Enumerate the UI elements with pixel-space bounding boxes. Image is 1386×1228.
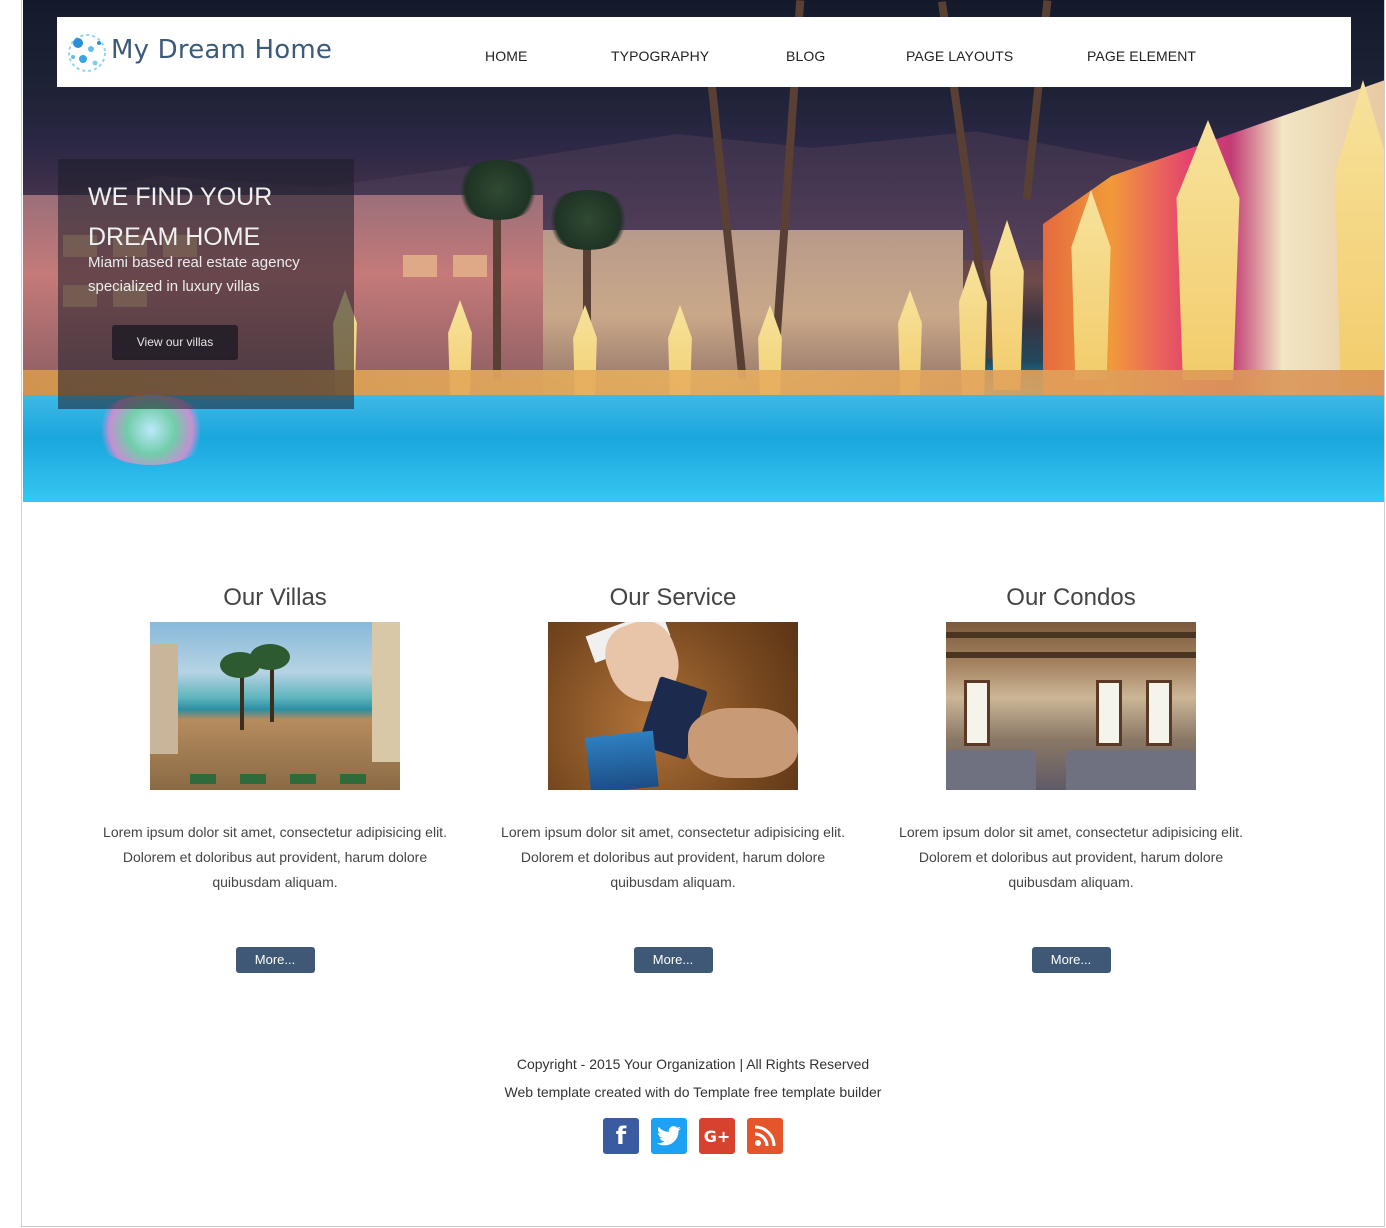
facebook-icon[interactable]: f bbox=[603, 1118, 639, 1154]
villas-more-button[interactable]: More... bbox=[235, 947, 315, 973]
hero-subtitle: Miami based real estate agency specializ… bbox=[88, 254, 300, 295]
nav-page-element[interactable]: PAGE ELEMENT bbox=[1087, 48, 1196, 64]
nav-blog[interactable]: BLOG bbox=[786, 48, 825, 64]
service-image[interactable] bbox=[548, 622, 798, 790]
hero-caption: WE FIND YOUR DREAM HOME Miami based real… bbox=[58, 159, 354, 409]
column-villas: Our Villas Lorem ipsum dolor sit amet, c… bbox=[95, 580, 455, 973]
column-condos: Our Condos Lorem ipsum dolor sit amet, c… bbox=[891, 580, 1251, 973]
nav-page-layouts[interactable]: PAGE LAYOUTS bbox=[906, 48, 1013, 64]
site-header: My Dream Home HOME TYPOGRAPHY BLOG PAGE … bbox=[57, 17, 1351, 87]
rss-icon[interactable] bbox=[747, 1118, 783, 1154]
view-villas-button[interactable]: View our villas bbox=[112, 325, 238, 360]
bubbles-logo-icon[interactable] bbox=[65, 31, 109, 75]
social-links: f G+ bbox=[22, 1118, 1374, 1154]
hero-pool bbox=[23, 395, 1384, 502]
condo-image[interactable] bbox=[946, 622, 1196, 790]
google-plus-icon[interactable]: G+ bbox=[699, 1118, 735, 1154]
hero-title: WE FIND YOUR DREAM HOME bbox=[88, 183, 273, 251]
nav-home[interactable]: HOME bbox=[485, 48, 527, 64]
page-frame: My Dream Home HOME TYPOGRAPHY BLOG PAGE … bbox=[21, 0, 1385, 1227]
site-footer: Copyright - 2015 Your Organization | All… bbox=[22, 1052, 1374, 1154]
villa-image[interactable] bbox=[150, 622, 400, 790]
service-more-button[interactable]: More... bbox=[633, 947, 713, 973]
column-title: Our Villas bbox=[223, 584, 327, 611]
condos-more-button[interactable]: More... bbox=[1031, 947, 1111, 973]
column-service: Our Service Lorem ipsum dolor sit amet, … bbox=[493, 580, 853, 973]
brand-name[interactable]: My Dream Home bbox=[111, 35, 332, 65]
credit-text: Web template created with do Template fr… bbox=[504, 1084, 882, 1100]
copyright-text: Copyright - 2015 Your Organization | All… bbox=[516, 1056, 870, 1072]
column-title: Our Service bbox=[609, 584, 737, 611]
twitter-icon[interactable] bbox=[651, 1118, 687, 1154]
column-title: Our Condos bbox=[1006, 584, 1136, 611]
column-text: Lorem ipsum dolor sit amet, consectetur … bbox=[103, 824, 447, 890]
nav-typography[interactable]: TYPOGRAPHY bbox=[611, 48, 709, 64]
column-text: Lorem ipsum dolor sit amet, consectetur … bbox=[501, 824, 845, 890]
column-text: Lorem ipsum dolor sit amet, consectetur … bbox=[899, 824, 1243, 890]
